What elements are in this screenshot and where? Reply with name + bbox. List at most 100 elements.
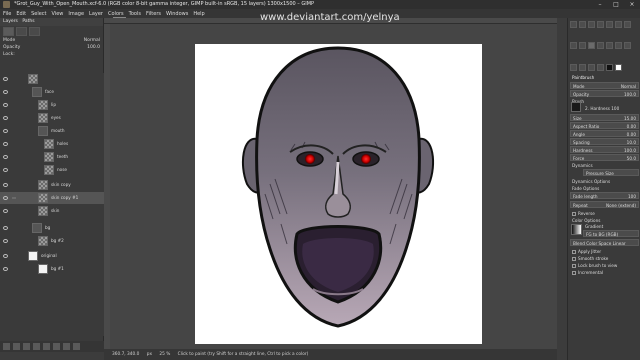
layer-row-skin-copy-1[interactable]: skin copy #1 (0, 192, 104, 204)
dynamics-options-label[interactable]: Dynamics Options (572, 178, 610, 185)
raise-layer-button[interactable] (23, 343, 30, 350)
eraser-tool-icon[interactable] (597, 42, 604, 50)
fade-options-label[interactable]: Fade Options (572, 185, 599, 192)
layer-row-top-group[interactable] (0, 73, 104, 85)
layers-tab-label[interactable]: Layers (3, 19, 18, 24)
eye-icon[interactable] (3, 226, 8, 230)
dynamics-value-row[interactable]: Pressure Size (583, 169, 639, 176)
reverse-checkbox[interactable] (572, 212, 576, 216)
layer-row-skin-copy[interactable]: skin copy (0, 179, 104, 191)
zoom-select[interactable]: 25 % (159, 352, 170, 357)
lock-view-row[interactable]: Lock brush to view (570, 262, 639, 269)
dynamics-options-row[interactable]: Dynamics Options (570, 178, 639, 185)
clone-tool-icon[interactable] (606, 42, 613, 50)
layer-row-face[interactable]: face (0, 86, 104, 98)
eye-icon[interactable] (3, 196, 8, 200)
menu-windows[interactable]: Windows (166, 11, 188, 17)
apply-jitter-row[interactable]: Apply Jitter (570, 248, 639, 255)
layer-row-original[interactable]: original (0, 250, 104, 262)
tool-opacity-value[interactable]: 100.0 (624, 91, 636, 97)
menu-tools[interactable]: Tools (129, 11, 141, 17)
paintbrush-tool-icon[interactable] (588, 42, 595, 50)
layer-row-mouth[interactable]: mouth (0, 125, 104, 137)
angle-value[interactable]: 0.00 (627, 131, 636, 137)
fg-color-swatch[interactable] (606, 63, 613, 71)
apply-jitter-checkbox[interactable] (572, 250, 576, 254)
eye-icon[interactable] (3, 239, 8, 243)
tool-opacity-row[interactable]: Opacity 100.0 (570, 90, 639, 97)
eye-icon[interactable] (3, 254, 8, 258)
smudge-tool-icon[interactable] (615, 42, 622, 50)
layer-mode-value[interactable]: Normal (84, 37, 100, 44)
layer-row-lip[interactable]: lip (0, 99, 104, 111)
zoom-tool-icon[interactable] (588, 63, 595, 71)
aspect-row[interactable]: Aspect Ratio 0.00 (570, 122, 639, 129)
bg-color-swatch[interactable] (615, 63, 622, 71)
eye-icon[interactable] (3, 142, 8, 146)
eye-icon[interactable] (3, 103, 8, 107)
eye-icon[interactable] (3, 209, 8, 213)
menu-view[interactable]: View (52, 11, 64, 17)
lasso-tool-icon[interactable] (588, 21, 595, 28)
lower-layer-button[interactable] (33, 343, 40, 350)
menu-filters[interactable]: Filters (146, 11, 161, 17)
gradient-value-row[interactable]: FG to BG (RGB) (583, 230, 639, 237)
channels-tab-icon[interactable] (16, 27, 27, 36)
layers-tab-icon[interactable] (3, 27, 14, 36)
hardness-value[interactable]: 100.0 (624, 147, 636, 153)
new-group-button[interactable] (13, 343, 20, 350)
brush-value[interactable]: 2. Hardness 100 (585, 105, 619, 112)
smooth-stroke-checkbox[interactable] (572, 257, 576, 261)
color-picker-tool-icon[interactable] (579, 63, 586, 71)
crop-tool-icon[interactable] (606, 21, 613, 28)
minimize-button[interactable]: – (592, 0, 608, 9)
layer-row-bg-2[interactable]: bg #2 (0, 235, 104, 247)
spacing-value[interactable]: 10.0 (627, 139, 636, 145)
unit-select[interactable]: px (147, 352, 152, 357)
paths-tab-label[interactable]: Paths (22, 19, 34, 24)
move-tool-icon[interactable] (570, 21, 577, 28)
measure-tool-icon[interactable] (597, 63, 604, 71)
eye-icon[interactable] (3, 116, 8, 120)
fuzzy-select-tool-icon[interactable] (597, 21, 604, 28)
brush-value-row[interactable]: 2. Hardness 100 (583, 105, 639, 112)
eye-icon[interactable] (3, 90, 8, 94)
menu-file[interactable]: File (3, 11, 11, 17)
eye-icon[interactable] (3, 183, 8, 187)
layer-row-teeth[interactable]: teeth (0, 151, 104, 163)
layer-row-holes[interactable]: holes (0, 138, 104, 150)
layer-opacity-row[interactable]: Opacity 100.0 (0, 44, 103, 51)
eye-icon[interactable] (3, 267, 8, 271)
size-row[interactable]: Size 15.00 (570, 114, 639, 121)
tool-mode-row[interactable]: Mode Normal (570, 82, 639, 89)
eye-icon[interactable] (3, 155, 8, 159)
fade-length-value[interactable]: 100 (628, 193, 636, 199)
force-row[interactable]: Force 50.0 (570, 154, 639, 161)
fade-options-row[interactable]: Fade Options (570, 185, 639, 192)
new-layer-button[interactable] (3, 343, 10, 350)
dodge-tool-icon[interactable] (624, 42, 631, 50)
layer-row-eyes[interactable]: eyes (0, 112, 104, 124)
bucket-fill-tool-icon[interactable] (579, 42, 586, 50)
paths-tab-icon[interactable] (29, 27, 40, 36)
menu-edit[interactable]: Edit (16, 11, 26, 17)
warp-tool-icon[interactable] (624, 21, 631, 28)
menu-layer[interactable]: Layer (89, 11, 103, 17)
hardness-row[interactable]: Hardness 100.0 (570, 146, 639, 153)
layer-row-skin[interactable]: skin (0, 205, 104, 217)
image-canvas[interactable] (195, 44, 482, 344)
mask-button[interactable] (63, 343, 70, 350)
tool-mode-value[interactable]: Normal (621, 83, 636, 89)
spacing-row[interactable]: Spacing 10.0 (570, 138, 639, 145)
menu-image[interactable]: Image (68, 11, 84, 17)
menu-colors[interactable]: Colors (108, 11, 124, 17)
menu-help[interactable]: Help (193, 11, 204, 17)
duplicate-layer-button[interactable] (43, 343, 50, 350)
eye-icon[interactable] (3, 77, 8, 81)
size-value[interactable]: 15.00 (624, 115, 636, 121)
aspect-value[interactable]: 0.00 (627, 123, 636, 129)
force-value[interactable]: 50.0 (627, 155, 636, 161)
incremental-row[interactable]: Incremental (570, 269, 639, 276)
layer-row-bg-1[interactable]: bg #1 (0, 263, 104, 275)
blend-space-row[interactable]: Blend Color Space Linear (570, 239, 639, 246)
